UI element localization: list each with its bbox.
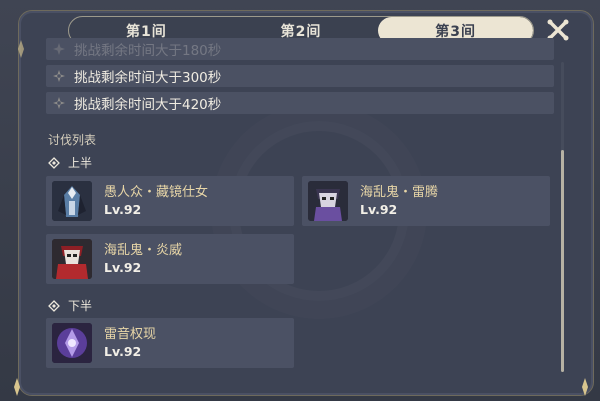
group-title-first-half: 上半	[48, 154, 92, 171]
challenge-text: 挑战剩余时间大于180秒	[74, 43, 222, 59]
enemy-card[interactable]: 海乱鬼・雷腾 Lv.92	[302, 176, 550, 226]
star-badge-icon	[52, 96, 66, 110]
enemy-name: 雷音权现	[104, 327, 157, 342]
enemy-card[interactable]: 海乱鬼・炎威 Lv.92	[46, 234, 294, 284]
enemy-card[interactable]: 愚人众・藏镜仕女 Lv.92	[46, 176, 294, 226]
enemy-list-title: 讨伐列表	[48, 133, 97, 147]
group-label: 上半	[68, 156, 93, 170]
challenge-text: 挑战剩余时间大于420秒	[74, 97, 222, 113]
enemy-portrait-thunder-manifestation	[52, 323, 92, 363]
challenge-row: 挑战剩余时间大于180秒	[46, 38, 554, 60]
diamond-icon	[48, 299, 60, 312]
enemy-name: 海乱鬼・雷腾	[360, 185, 439, 200]
enemy-card[interactable]: 雷音权现 Lv.92	[46, 318, 294, 368]
star-badge-icon	[52, 42, 66, 56]
enemy-level: Lv.92	[104, 202, 142, 217]
enemy-portrait-nobushi-thunder	[308, 181, 348, 221]
corner-ornament-icon	[6, 376, 28, 398]
challenge-list: 挑战剩余时间大于180秒 挑战剩余时间大于300秒 挑战剩余时间大于420秒	[46, 38, 554, 119]
group-label: 下半	[68, 299, 93, 313]
enemy-level: Lv.92	[360, 202, 398, 217]
corner-ornament-icon	[574, 376, 596, 398]
enemy-portrait-mirror-maiden	[52, 181, 92, 221]
challenge-text: 挑战剩余时间大于300秒	[74, 70, 222, 86]
enemy-level: Lv.92	[104, 344, 142, 359]
enemy-level: Lv.92	[104, 260, 142, 275]
enemy-name: 愚人众・藏镜仕女	[104, 185, 209, 200]
challenge-row: 挑战剩余时间大于300秒	[46, 65, 554, 87]
enemy-name: 海乱鬼・炎威	[104, 243, 183, 258]
group-title-second-half: 下半	[48, 297, 92, 314]
enemy-portrait-nobushi-fire	[52, 239, 92, 279]
scrollbar-thumb[interactable]	[561, 150, 564, 372]
star-badge-icon	[52, 69, 66, 83]
corner-ornament-icon	[10, 38, 32, 60]
challenge-row: 挑战剩余时间大于420秒	[46, 92, 554, 114]
diamond-icon	[48, 156, 60, 169]
